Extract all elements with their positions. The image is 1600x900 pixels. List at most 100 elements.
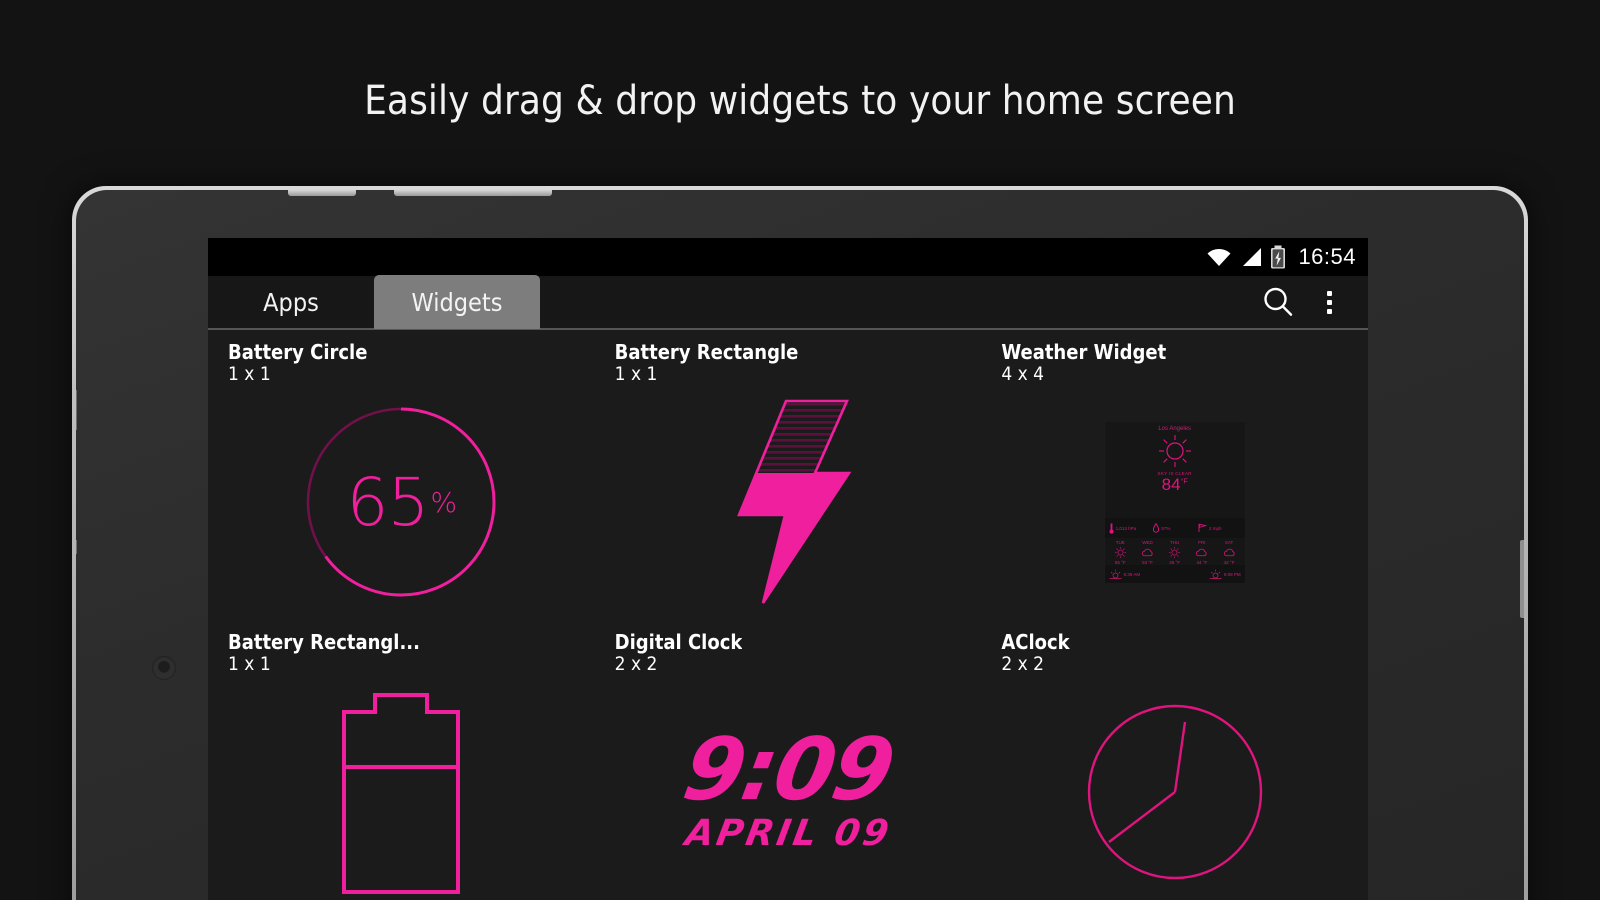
digital-clock-date: APRIL 09 <box>681 813 895 855</box>
battery-percent-value: 65 <box>346 463 430 541</box>
forecast-day: THU 45 °F <box>1161 540 1188 565</box>
weather-temp-value: 84 <box>1161 475 1181 494</box>
tab-apps[interactable]: Apps <box>208 275 374 329</box>
overflow-menu-icon[interactable] <box>1316 284 1342 320</box>
weather-current: Los Angeles SKY IS CLEAR 84°F <box>1104 422 1245 518</box>
sunrise-icon <box>1109 569 1122 579</box>
wifi-icon <box>1206 247 1232 267</box>
widget-size: 1 x 1 <box>228 653 271 675</box>
weather-stat-humidity: 57% <box>1153 523 1196 533</box>
widget-preview[interactable] <box>981 680 1368 900</box>
weather-temperature: 84°F <box>1162 476 1188 493</box>
widget-item-battery-rectangle[interactable]: Battery Rectangle 1 x 1 <box>595 330 982 620</box>
analog-clock-graphic <box>1085 702 1265 882</box>
weather-stat-pressure: 1,013 hPa <box>1109 523 1152 534</box>
widget-size: 2 x 2 <box>1001 653 1045 675</box>
power-button[interactable] <box>76 390 77 430</box>
widget-size: 1 x 1 <box>614 363 658 385</box>
widget-size: 2 x 2 <box>614 653 658 675</box>
promo-headline: Easily drag & drop widgets to your home … <box>364 78 1236 124</box>
tab-bar-actions <box>1260 284 1368 320</box>
overflow-dot <box>1326 299 1332 305</box>
thermometer-icon <box>1109 523 1114 534</box>
cloud-icon <box>1141 548 1153 557</box>
widget-title: Battery Rectangl... <box>228 630 420 654</box>
weather-stat-value: 57% <box>1161 525 1171 531</box>
widget-size: 1 x 1 <box>228 363 271 385</box>
widget-grid: Battery Circle 1 x 1 65% Battery Rectang… <box>208 330 1368 900</box>
forecast-day: FRI 44 °F <box>1188 540 1215 565</box>
weather-sun-row: 6:39 AM 6:08 PM <box>1104 565 1245 583</box>
forecast-day-label: WED <box>1142 540 1153 545</box>
lightning-bolt-icon <box>723 397 853 607</box>
signal-icon <box>1240 247 1262 267</box>
humidity-icon <box>1153 523 1160 533</box>
weather-widget-preview: Los Angeles SKY IS CLEAR 84°F 1,013 hPa … <box>1103 421 1246 583</box>
sun-icon <box>1169 546 1181 559</box>
widget-preview[interactable] <box>595 390 982 614</box>
status-clock: 16:54 <box>1298 244 1356 269</box>
widget-title: Digital Clock <box>614 630 743 654</box>
tablet-screen: 16:54 Apps Widgets Battery Circle 1 x 1 … <box>208 238 1368 900</box>
screenshot-root: Easily drag & drop widgets to your home … <box>0 0 1600 900</box>
clock-hour-hand <box>1107 791 1176 843</box>
cloud-icon <box>1223 548 1235 557</box>
widget-preview[interactable]: 9:09 APRIL 09 <box>595 680 982 900</box>
overflow-dot <box>1326 308 1332 314</box>
speaker-slit-right <box>394 190 552 196</box>
sunset-entry: 6:08 PM <box>1209 569 1241 580</box>
forecast-day-label: TUE <box>1115 540 1125 545</box>
battery-charging-icon <box>1270 245 1286 269</box>
widget-item-aclock[interactable]: AClock 2 x 2 <box>981 620 1368 900</box>
forecast-day: SAT 42 °F <box>1215 540 1242 565</box>
speaker-slit-left <box>288 190 356 196</box>
tablet-bezel: 16:54 Apps Widgets Battery Circle 1 x 1 … <box>76 190 1524 900</box>
clock-minute-hand <box>1173 721 1186 793</box>
digital-clock-time: 9:09 <box>676 719 900 820</box>
wind-icon <box>1198 523 1208 532</box>
widget-item-digital-clock[interactable]: Digital Clock 2 x 2 9:09 APRIL 09 <box>595 620 982 900</box>
weather-temp-unit: °F <box>1180 478 1188 486</box>
widget-row: Battery Rectangl... 1 x 1 Digital Clock … <box>208 620 1368 900</box>
sun-icon <box>1158 435 1191 467</box>
widget-preview[interactable]: 65% <box>208 390 595 614</box>
widget-title: Weather Widget <box>1001 340 1167 364</box>
forecast-day-label: SAT <box>1224 540 1234 545</box>
search-icon[interactable] <box>1260 284 1296 320</box>
widget-title: Battery Circle <box>228 340 368 364</box>
battery-outline-icon <box>341 690 461 895</box>
forecast-day-label: THU <box>1170 540 1180 545</box>
battery-percentage: 65% <box>303 404 499 600</box>
status-bar: 16:54 <box>208 238 1368 276</box>
weather-stat-value: 2 mph <box>1209 525 1222 531</box>
overflow-dot <box>1326 290 1332 296</box>
widget-title: Battery Rectangle <box>614 340 799 364</box>
forecast-day: TUE 55 °F <box>1107 540 1134 565</box>
forecast-day-label: FRI <box>1198 540 1206 545</box>
widget-title: AClock <box>1001 630 1070 654</box>
percent-symbol: % <box>430 485 458 519</box>
secondary-button[interactable] <box>76 540 77 554</box>
sun-icon <box>1114 546 1126 559</box>
widget-preview[interactable] <box>208 680 595 900</box>
widget-item-battery-rectangle-2[interactable]: Battery Rectangl... 1 x 1 <box>208 620 595 900</box>
weather-stats-row: 1,013 hPa 57% 2 mph <box>1104 518 1245 538</box>
digital-clock-graphic: 9:09 APRIL 09 <box>676 720 900 855</box>
tablet-device: 16:54 Apps Widgets Battery Circle 1 x 1 … <box>72 186 1528 900</box>
battery-circle-graphic: 65% <box>303 404 499 600</box>
tab-widgets[interactable]: Widgets <box>374 275 540 329</box>
volume-button[interactable] <box>1520 540 1524 618</box>
widget-item-weather[interactable]: Weather Widget 4 x 4 Los Angeles SKY IS … <box>981 330 1368 620</box>
widget-row: Battery Circle 1 x 1 65% Battery Rectang… <box>208 330 1368 620</box>
sunrise-entry: 6:39 AM <box>1109 569 1141 580</box>
weather-stat-wind: 2 mph <box>1198 523 1241 533</box>
widget-item-battery-circle[interactable]: Battery Circle 1 x 1 65% <box>208 330 595 620</box>
sunset-icon <box>1209 569 1222 579</box>
tab-bar: Apps Widgets <box>208 275 1368 330</box>
weather-forecast-row: TUE 55 °F WED 53 °F THU 45 °F FRI 44 °F … <box>1104 538 1245 565</box>
widget-preview[interactable]: Los Angeles SKY IS CLEAR 84°F 1,013 hPa … <box>981 390 1368 614</box>
weather-stat-value: 1,013 hPa <box>1115 525 1137 531</box>
cloud-icon <box>1196 548 1207 557</box>
widget-size: 4 x 4 <box>1001 363 1045 385</box>
sunrise-time: 6:39 AM <box>1123 571 1141 577</box>
